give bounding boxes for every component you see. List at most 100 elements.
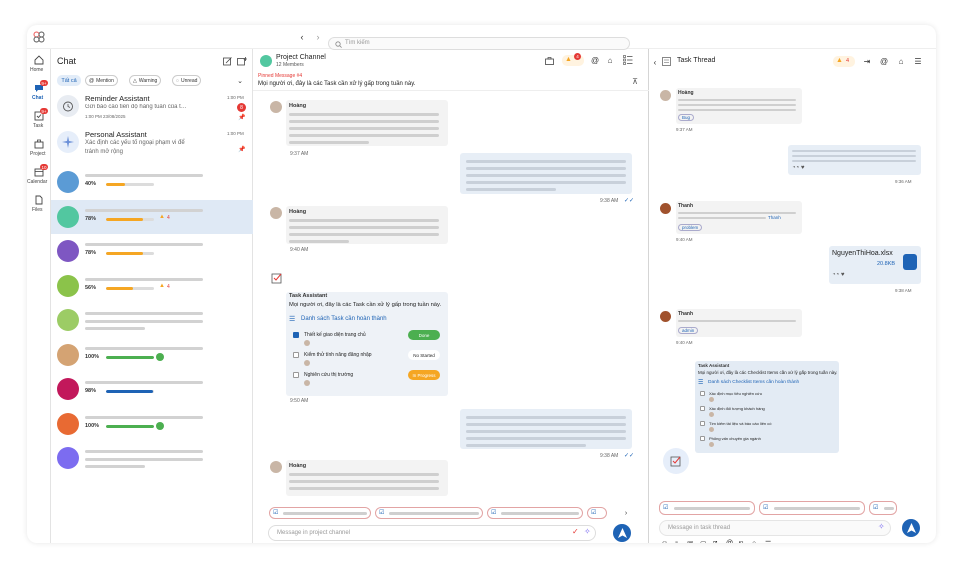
forward-arrow-icon[interactable]: › [314, 32, 322, 42]
task-chip[interactable]: ☑ [659, 501, 755, 515]
task-checkbox[interactable] [293, 332, 299, 338]
checklist-item[interactable]: Phỏng vấn chuyên gia ngành [695, 435, 839, 449]
spellcheck-icon[interactable]: ✓ [572, 527, 579, 536]
sender-name: Hoàng [289, 463, 307, 469]
rail-task[interactable]: 9+ Task [27, 108, 51, 133]
mention-icon[interactable]: @ [879, 56, 889, 66]
timestamp: 9:40 AM [676, 340, 693, 345]
chat-item-group[interactable]: 78% [51, 234, 253, 268]
emoji-icon[interactable]: ☺ [661, 540, 668, 543]
checklist-item[interactable]: Xác định mục tiêu nghiên cứu [695, 390, 839, 404]
filter-all[interactable]: Tất cả [57, 75, 81, 86]
rail-project[interactable]: Project [27, 139, 51, 161]
file-icon[interactable]: ▢ [700, 540, 707, 543]
chat-item-personal[interactable]: Personal Assistant Xác định các yếu tố n… [51, 125, 253, 163]
warning-counter[interactable]: ▲ 4 [562, 53, 584, 66]
slash-command-icon[interactable]: ⧅ [739, 540, 743, 543]
thread-message-input[interactable]: Message in task thread ✧ [659, 520, 891, 536]
chat-item-reminder[interactable]: Reminder Assistant Gửi báo cáo tiến độ h… [51, 90, 253, 124]
app-logo-icon[interactable] [33, 31, 45, 43]
rail-home[interactable]: Home [27, 55, 51, 77]
tag-icon[interactable]: ⌂ [605, 55, 615, 65]
briefcase-icon[interactable] [545, 57, 554, 65]
italic-icon[interactable]: ⧄ [713, 540, 717, 543]
task-item[interactable]: Kiểm thử tính năng đăng nhập No Started [286, 350, 448, 368]
channel-name[interactable]: Project Channel [276, 54, 326, 61]
leave-thread-icon[interactable]: ⇥ [862, 56, 872, 66]
checklist-icon[interactable]: ☰ [765, 540, 771, 543]
checklist-item[interactable]: Xác định đối tượng khách hàng [695, 405, 839, 419]
task-status-badge[interactable]: In Progress [408, 370, 440, 380]
checklist-checkbox[interactable] [700, 406, 705, 411]
thread-send-button[interactable] [902, 519, 920, 537]
thread-composer-toolbar: ☺ ♀ ▣ ▢ ⧄ @ ⧅ ⌂ ☰ [661, 540, 801, 543]
task-chip[interactable]: ☑ [487, 507, 583, 519]
checklist-checkbox[interactable] [700, 391, 705, 396]
task-status-badge[interactable]: Done [408, 330, 440, 340]
chat-item-group[interactable] [51, 303, 253, 337]
tag-icon[interactable]: ⌂ [896, 56, 906, 66]
task-item[interactable]: Thiết kế giao diện trang chủ Done [286, 330, 448, 348]
rail-chat[interactable]: 9+ Chat [27, 80, 51, 105]
checklist-item[interactable]: Tìm kiếm tài liệu và báo cáo liên có [695, 420, 839, 434]
bug-tag[interactable]: Bug [678, 114, 695, 121]
mention-link[interactable]: Thanh [768, 215, 781, 220]
chat-item-group[interactable]: 78% ▲ 4 [51, 199, 253, 234]
chevron-right-icon[interactable]: › [621, 507, 631, 519]
task-checkbox[interactable] [293, 372, 299, 378]
task-item[interactable]: Nghiên cứu thị trường In Progress [286, 370, 448, 388]
mic-icon[interactable]: ♀ [674, 540, 679, 543]
chat-item-group[interactable]: 100% [51, 407, 253, 441]
filter-mention[interactable]: @ Mention [85, 75, 118, 86]
admin-tag[interactable]: admin [678, 327, 699, 334]
chat-item-group[interactable] [51, 441, 253, 475]
file-size: 20.8KB [877, 261, 896, 267]
back-arrow-icon[interactable]: ‹ [298, 32, 306, 42]
ai-sparkle-icon[interactable]: ✧ [584, 527, 591, 536]
filter-warning[interactable]: △ Warning [129, 75, 162, 86]
chat-item-group[interactable]: 100% [51, 338, 253, 372]
task-checkbox[interactable] [293, 352, 299, 358]
filter-unread[interactable]: ◌ Unread [172, 75, 202, 86]
rail-calendar[interactable]: 10 Calendar [27, 164, 51, 189]
checklist-icon[interactable] [623, 55, 633, 65]
checklist-icon[interactable]: ☰ [913, 56, 923, 66]
task-chip[interactable]: ☑ [759, 501, 865, 515]
task-chip[interactable]: ☑ [375, 507, 483, 519]
checklist-checkbox[interactable] [700, 421, 705, 426]
channel-members[interactable]: 12 Members [276, 62, 304, 68]
bug-tag-label: Bug [682, 115, 691, 120]
checklist-icon: ☰ [289, 316, 296, 323]
chat-item-group[interactable]: 98% [51, 372, 253, 406]
reaction-icon[interactable]: ◔◔ ♥ [792, 165, 804, 171]
channel-message-input[interactable]: Message in project channel ✓ ✧ [268, 525, 596, 541]
task-chip[interactable]: ☑ [269, 507, 371, 519]
compose-icon[interactable] [223, 57, 232, 66]
back-arrow-icon[interactable]: ‹ [652, 57, 658, 67]
ai-sparkle-icon[interactable]: ✧ [878, 522, 885, 531]
mention-icon[interactable]: @ [726, 540, 733, 543]
chat-item-group[interactable]: 40% [51, 165, 253, 199]
image-icon[interactable]: ▣ [687, 540, 694, 543]
chevron-down-icon[interactable]: ⌄ [235, 75, 245, 86]
chat-item-group[interactable]: 56% ▲ 4 [51, 269, 253, 303]
rail-files[interactable]: Files [27, 195, 51, 217]
fire-icon: ▲ [159, 213, 165, 220]
chat-list-panel: Chat Tất cả @ Mention △ Warning ◌ Unread ⌄ … [51, 49, 253, 543]
pin-icon[interactable]: 📌 [238, 145, 246, 153]
task-status-badge[interactable]: No Started [408, 350, 440, 360]
task-chip[interactable]: ☑ [587, 507, 607, 519]
thread-warning-counter[interactable]: ▲ 4 [833, 56, 855, 67]
send-button[interactable] [613, 524, 631, 542]
file-attachment[interactable]: NguyenThiHoa.xlsx 20.8KB ◔◔ ♥ [829, 246, 921, 284]
pinned-message-bar[interactable]: Pinned Message #4 Mọi người ơi, đây là c… [253, 71, 649, 91]
mention-icon[interactable]: @ [590, 55, 600, 65]
unpin-icon[interactable]: ⊼ [630, 76, 640, 86]
problem-tag[interactable]: problem [678, 224, 703, 231]
checklist-checkbox[interactable] [700, 436, 705, 441]
new-group-icon[interactable] [237, 57, 247, 66]
tag-icon[interactable]: ⌂ [752, 540, 756, 543]
task-chip[interactable]: ☑ [869, 501, 897, 515]
pin-icon[interactable]: 📌 [238, 113, 246, 121]
reaction-icon[interactable]: ◔◔ ♥ [832, 272, 844, 278]
